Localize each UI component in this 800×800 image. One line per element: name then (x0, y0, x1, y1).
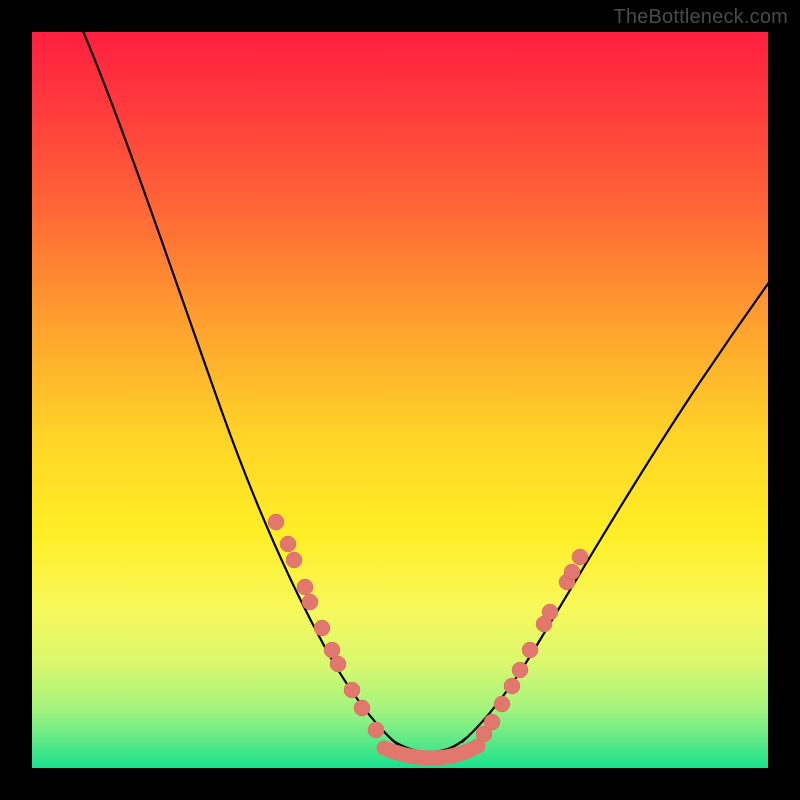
curve-left-arm (80, 24, 397, 744)
bottleneck-curve (32, 32, 768, 768)
chart-frame: TheBottleneck.com (0, 0, 800, 800)
curve-right-arm (462, 267, 780, 742)
valley-marker-strip (384, 746, 478, 758)
watermark-text: TheBottleneck.com (613, 6, 788, 29)
marker-points-right (476, 549, 588, 742)
plot-area (32, 32, 768, 768)
marker-points-left (268, 514, 384, 738)
